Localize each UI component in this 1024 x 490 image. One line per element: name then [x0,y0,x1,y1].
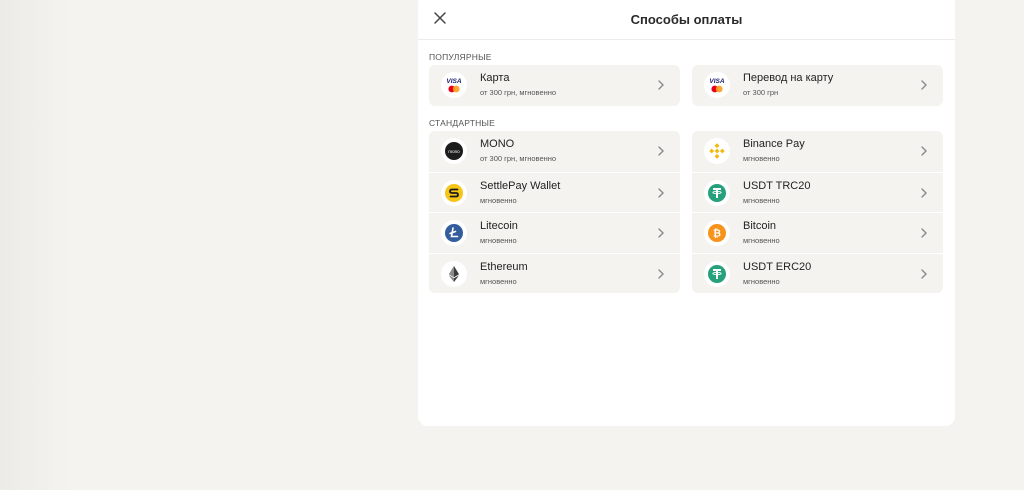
payment-method-usdt-trc20[interactable]: USDT TRC20 мгновенно [692,171,943,213]
settlepay-icon [441,179,467,206]
chevron-right-icon [921,80,927,90]
payment-method-litecoin[interactable]: Litecoin мгновенно [429,212,680,253]
method-name: Bitcoin [743,220,777,232]
method-name: SettlePay Wallet [480,179,561,192]
payment-method-bitcoin[interactable]: ₿ Bitcoin мгновенно [692,212,943,253]
standard-group-left: mono MONO от 300 грн, мгновенно SettlePa… [429,131,680,293]
method-details: мгновенно [480,276,517,286]
litecoin-icon [441,220,467,246]
payment-method-binance-pay[interactable]: Binance Pay мгновенно [692,131,943,172]
chevron-right-icon [658,80,664,90]
payment-methods-modal: Способы оплаты ПОПУЛЯРНЫЕ VISA Карта от … [418,0,955,426]
background-shade [0,0,70,490]
method-name: Litecoin [480,220,518,232]
standard-group-right: Binance Pay мгновенно USDT TRC20 мгновен… [692,131,943,293]
method-details: мгновенно [743,236,780,245]
payment-method-mono[interactable]: mono MONO от 300 грн, мгновенно [429,131,680,172]
method-details: от 300 грн, мгновенно [480,154,557,163]
chevron-right-icon [921,187,927,198]
payment-method-card[interactable]: VISA Карта от 300 грн, мгновенно [429,65,680,106]
modal-header: Способы оплаты [418,0,955,40]
svg-text:VISA: VISA [709,78,724,85]
method-name: Binance Pay [743,138,805,150]
method-details: от 300 грн [743,88,779,97]
chevron-right-icon [658,268,664,279]
visa-mastercard-icon: VISA [704,72,730,98]
payment-method-usdt-erc20[interactable]: USDT ERC20 мгновенно [692,252,943,294]
chevron-right-icon [658,187,664,198]
popular-group-right: VISA Перевод на карту от 300 грн [692,65,943,106]
chevron-right-icon [921,146,927,156]
payment-method-settlepay[interactable]: SettlePay Wallet мгновенно [429,171,680,213]
method-details: от 300 грн, мгновенно [480,88,557,97]
method-details: мгновенно [743,154,780,163]
mono-icon: mono [441,138,467,164]
method-name: Ethereum [480,260,528,273]
payment-method-ethereum[interactable]: Ethereum мгновенно [429,252,680,294]
modal-title: Способы оплаты [630,12,743,27]
tether-icon [704,260,730,287]
payment-method-card-transfer[interactable]: VISA Перевод на карту от 300 грн [692,65,943,106]
method-name: Карта [480,72,510,84]
method-name: MONO [480,138,515,150]
method-details: мгновенно [480,195,517,205]
method-name: USDT ERC20 [743,260,812,273]
chevron-right-icon [658,146,664,156]
popular-group-left: VISA Карта от 300 грн, мгновенно [429,65,680,106]
binance-icon [704,138,730,164]
method-details: мгновенно [743,276,780,286]
svg-text:VISA: VISA [446,78,461,85]
chevron-right-icon [921,268,927,279]
chevron-right-icon [658,228,664,238]
svg-text:mono: mono [448,149,460,154]
method-details: мгновенно [480,236,517,245]
bitcoin-icon: ₿ [704,220,730,246]
method-name: USDT TRC20 [743,179,811,192]
visa-mastercard-icon: VISA [441,72,467,98]
section-label-popular: ПОПУЛЯРНЫЕ [429,52,492,62]
chevron-right-icon [921,228,927,238]
tether-icon [704,179,730,206]
method-name: Перевод на карту [743,72,834,84]
section-label-standard: СТАНДАРТНЫЕ [429,118,496,128]
svg-text:₿: ₿ [713,228,721,240]
ethereum-icon [441,260,467,287]
method-details: мгновенно [743,195,780,205]
